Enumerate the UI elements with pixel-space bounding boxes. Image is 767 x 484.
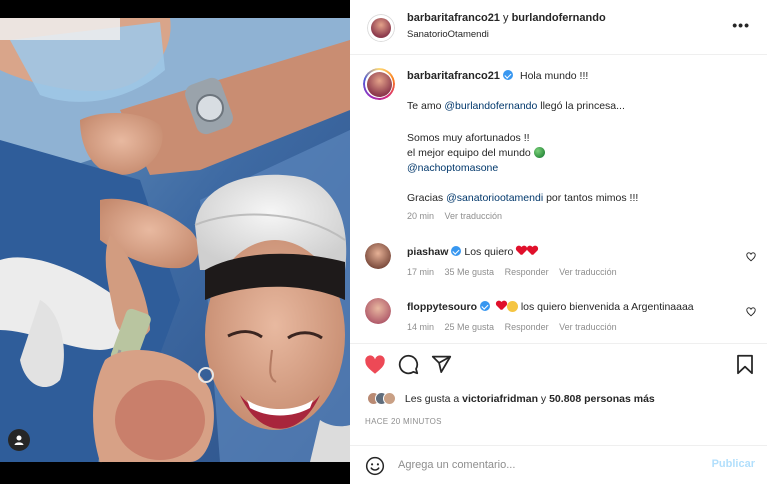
bookmark-icon[interactable] [736, 354, 754, 375]
comment-item: piashaw Los quiero 17 min 35 Me gusta Re… [350, 238, 767, 288]
header-user-2[interactable]: burlandofernando [512, 12, 606, 24]
comment-meta: 17 min 35 Me gusta Responder Ver traducc… [407, 267, 625, 277]
verified-icon [502, 70, 513, 80]
comment-translate-link[interactable]: Ver traducción [559, 267, 617, 277]
caption-line-4: el mejor equipo del mundo [407, 147, 545, 159]
likes-and: y [540, 393, 547, 405]
caption-line-3: Somos muy afortunados !! [407, 132, 530, 144]
caption-line-2-prefix: Te amo [407, 100, 442, 112]
more-horizontal-icon[interactable]: ••• [732, 17, 750, 33]
caption-line-6-suffix: por tantos mimos !!! [546, 192, 639, 204]
caption-line-6-prefix: Gracias [407, 192, 444, 204]
comment-body: floppytesouro los quiero bienvenida a Ar… [407, 301, 694, 313]
hugging-face-emoji-icon [506, 301, 518, 312]
comment-item: floppytesouro los quiero bienvenida a Ar… [350, 293, 767, 343]
comment-meta: 14 min 25 Me gusta Responder Ver traducc… [407, 322, 625, 332]
post-header: barbaritafranco21 y burlandofernando San… [350, 0, 767, 55]
caption-line-6: Gracias @sanatoriootamendi por tantos mi… [407, 192, 638, 204]
header-joiner: y [503, 12, 509, 24]
comment-time[interactable]: 17 min [407, 267, 434, 277]
likes-user-link[interactable]: victoriafridman [462, 393, 538, 405]
comment-text: Los quiero [464, 246, 514, 258]
caption-line-1: Hola mundo !!! [520, 70, 589, 82]
share-paper-plane-icon[interactable] [431, 354, 452, 375]
user-tag-icon[interactable] [8, 429, 30, 451]
comment-reply-button[interactable]: Responder [505, 267, 549, 277]
comment-heart-icon[interactable] [746, 307, 756, 317]
header-usernames: barbaritafranco21 y burlandofernando [407, 12, 606, 24]
comment-heart-icon[interactable] [746, 252, 756, 262]
caption-line-4-text: el mejor equipo del mundo [407, 147, 531, 159]
comment-username[interactable]: floppytesouro [407, 301, 477, 313]
comment-avatar[interactable] [365, 243, 391, 269]
comment-time[interactable]: 14 min [407, 322, 434, 332]
post-photo[interactable] [0, 0, 350, 484]
header-user-1[interactable]: barbaritafranco21 [407, 12, 500, 24]
like-heart-icon[interactable] [364, 354, 386, 376]
post-actions: Les gusta a victoriafridman y 50.808 per… [350, 343, 767, 445]
caption-line-2: Te amo @burlandofernando llegó la prince… [407, 100, 625, 112]
verified-icon [480, 301, 490, 311]
comment-reply-button[interactable]: Responder [505, 322, 549, 332]
post-time-ago[interactable]: HACE 20 MINUTOS [365, 417, 442, 426]
mention-burlandofernando[interactable]: @burlandofernando [444, 100, 537, 112]
mention-nachoptomasone[interactable]: @nachoptomasone [407, 162, 498, 174]
emoji-smiley-icon[interactable] [365, 456, 385, 476]
comment-likes[interactable]: 25 Me gusta [445, 322, 495, 332]
likes-count-link[interactable]: 50.808 personas más [549, 393, 655, 405]
caption-line-2-suffix: llegó la princesa... [540, 100, 625, 112]
publish-button[interactable]: Publicar [712, 458, 755, 470]
comment-input[interactable] [398, 455, 698, 475]
comment-bubble-icon[interactable] [398, 354, 419, 375]
mention-sanatoriootamendi[interactable]: @sanatoriootamendi [446, 192, 543, 204]
likes-summary: Les gusta a victoriafridman y 50.808 per… [367, 392, 655, 405]
red-heart-emoji-icon [496, 301, 507, 311]
post-side-panel: barbaritafranco21 y burlandofernando San… [350, 0, 767, 484]
comment-text: los quiero bienvenida a Argentinaaaa [520, 301, 694, 313]
comment-avatar[interactable] [365, 298, 391, 324]
caption-username-row: barbaritafranco21 Hola mundo !!! [407, 70, 588, 82]
caption-meta: 20 min Ver traducción [407, 211, 510, 221]
caption-username[interactable]: barbaritafranco21 [407, 70, 500, 82]
comment-translate-link[interactable]: Ver traducción [559, 322, 617, 332]
header-location[interactable]: SanatorioOtamendi [407, 29, 489, 40]
author-avatar[interactable] [367, 14, 395, 42]
comment-body: piashaw Los quiero [407, 246, 538, 258]
caption-avatar[interactable] [363, 68, 395, 100]
comment-username[interactable]: piashaw [407, 246, 448, 258]
add-comment-bar: Publicar [350, 445, 767, 484]
caption-translate-link[interactable]: Ver traducción [445, 211, 503, 221]
caption-time[interactable]: 20 min [407, 211, 434, 221]
likes-prefix: Les gusta a [404, 393, 460, 405]
newborn-photo [0, 0, 350, 484]
globe-emoji-icon [533, 147, 545, 158]
verified-icon [451, 246, 462, 256]
liker-avatar [383, 392, 396, 405]
red-heart-emoji-icon [527, 246, 538, 256]
comment-likes[interactable]: 35 Me gusta [445, 267, 495, 277]
